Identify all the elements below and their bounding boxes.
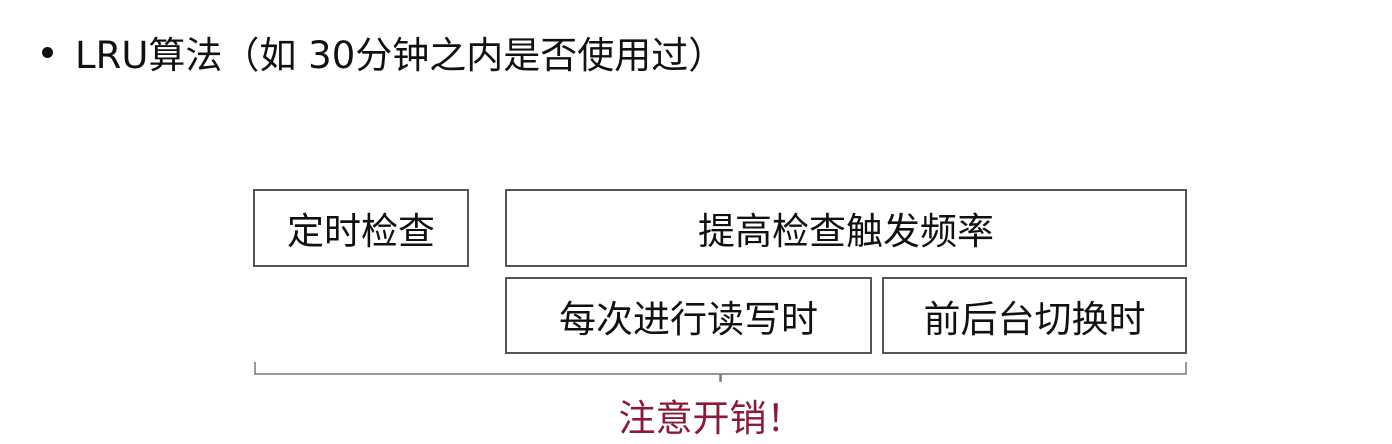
fg-bg-switch-box: 前后台切换时 — [882, 277, 1187, 354]
overhead-warning: 注意开销！ — [618, 397, 804, 440]
bullet-item: LRU算法（如 30分钟之内是否使用过） — [42, 24, 725, 80]
bullet-text: LRU算法（如 30分钟之内是否使用过） — [75, 34, 726, 77]
bullet-dot-icon — [42, 46, 53, 58]
read-write-label: 每次进行读写时 — [559, 297, 818, 341]
raise-frequency-label: 提高检查触发频率 — [698, 210, 994, 253]
read-write-box: 每次进行读写时 — [505, 277, 872, 354]
fg-bg-switch-label: 前后台切换时 — [923, 297, 1146, 341]
underbrace-icon — [254, 362, 1187, 382]
timer-check-label: 定时检查 — [287, 210, 435, 253]
timer-check-box: 定时检查 — [253, 189, 469, 267]
raise-frequency-box: 提高检查触发频率 — [505, 189, 1187, 267]
